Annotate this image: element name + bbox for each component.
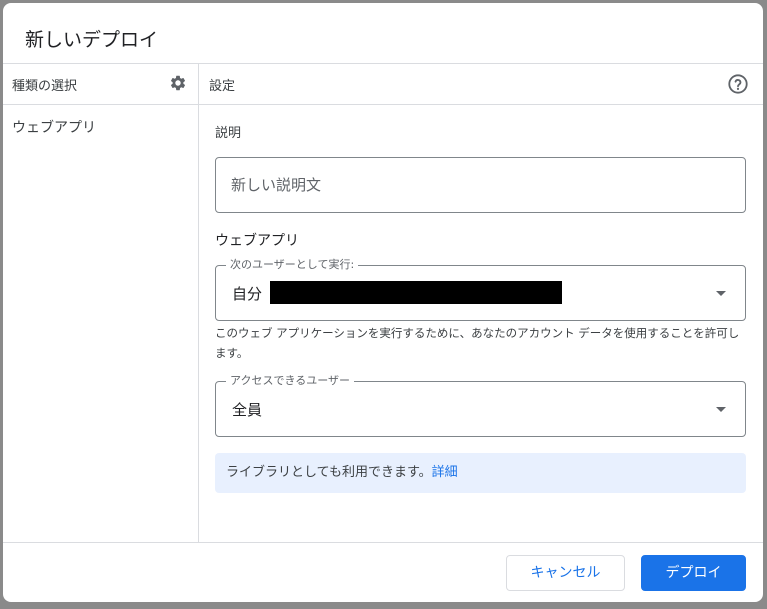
execute-as-value: 自分 — [232, 285, 263, 303]
access-value: 全員 — [232, 401, 263, 419]
gear-icon[interactable] — [169, 74, 187, 92]
panel-divider — [198, 63, 199, 542]
description-input[interactable] — [215, 157, 746, 213]
execute-as-help-text: このウェブ アプリケーションを実行するために、あなたのアカウント データを使用す… — [215, 326, 740, 360]
new-deployment-dialog: 新しいデプロイ 種類の選択 ウェブアプリ 設定 説明 ウェブアプリ 次のユーザー… — [3, 3, 763, 602]
redacted-email — [270, 281, 562, 304]
chevron-down-icon — [716, 291, 726, 296]
execute-as-label: 次のユーザーとして実行: — [226, 258, 359, 272]
access-select[interactable]: アクセスできるユーザー 全員 — [215, 374, 746, 437]
help-circle-icon[interactable] — [727, 73, 749, 95]
type-item-webapp[interactable]: ウェブアプリ — [12, 117, 96, 137]
library-info-banner: ライブラリとしても利用できます。詳細 — [215, 453, 746, 493]
cancel-button[interactable]: キャンセル — [506, 555, 625, 591]
library-info-text: ライブラリとしても利用できます。 — [226, 465, 432, 480]
deploy-button[interactable]: デプロイ — [641, 555, 746, 591]
settings-header: 設定 — [209, 79, 236, 94]
type-select-header: 種類の選択 — [12, 79, 78, 94]
chevron-down-icon — [716, 407, 726, 412]
description-label: 説明 — [215, 126, 242, 141]
header-divider — [3, 104, 763, 105]
webapp-section-title: ウェブアプリ — [215, 233, 299, 249]
access-label: アクセスできるユーザー — [226, 374, 355, 388]
learn-more-link[interactable]: 詳細 — [432, 465, 458, 480]
execute-as-select[interactable]: 次のユーザーとして実行: 自分 — [215, 258, 746, 321]
dialog-title: 新しいデプロイ — [25, 29, 159, 51]
footer-divider — [3, 542, 763, 543]
title-divider — [3, 63, 763, 64]
